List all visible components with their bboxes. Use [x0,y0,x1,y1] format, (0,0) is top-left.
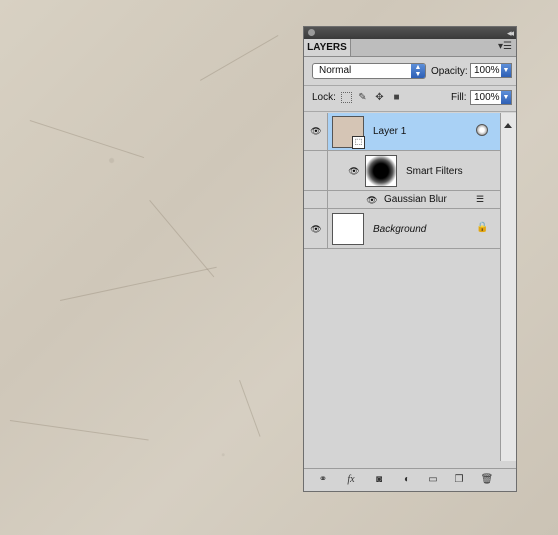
layer-name: Background [373,224,427,235]
folder-icon[interactable]: ▭ [426,474,440,486]
fill-field[interactable]: 100% ▼ [470,90,512,105]
lock-brush-icon[interactable]: ✎ [357,92,368,103]
layer-row-smart-filters[interactable]: 👁 Smart Filters [304,151,500,191]
texture-crack [239,380,261,437]
opacity-label: Opacity: [431,66,468,77]
panel-tabbar: LAYERS ▾☰ [304,39,516,57]
texture-crack [149,200,215,278]
visibility-cell [304,151,328,190]
opacity-field[interactable]: 100% ▼ [470,63,512,78]
filter-name: Gaussian Blur [384,194,447,205]
visibility-cell[interactable]: 👁 [304,113,328,150]
layer-row-gaussian-blur[interactable]: 👁 Gaussian Blur ☰ [304,191,500,209]
tab-layers[interactable]: LAYERS [304,39,351,56]
layers-list: 👁 ⬚ Layer 1 👁 Smart Filters 👁 Gaussian B… [304,113,500,461]
layer-thumbnail [332,213,364,245]
scroll-up-icon[interactable] [504,123,512,128]
blend-mode-select[interactable]: Normal ▲ ▼ [312,63,426,79]
layer-name: Layer 1 [373,126,407,137]
lock-row: Lock: ✎ ✥ ■ Fill: 100% ▼ [304,89,516,109]
fill-value: 100% [474,92,500,103]
chevron-down-icon[interactable]: ▼ [501,64,511,77]
lock-all-icon[interactable]: ■ [391,92,402,103]
lock-transparency-icon[interactable] [341,92,352,103]
layer-row-layer-1[interactable]: 👁 ⬚ Layer 1 [304,113,500,151]
trash-icon[interactable]: 🗑 [480,474,494,486]
filter-mask-thumbnail [365,155,397,187]
eye-icon[interactable]: 👁 [348,167,360,176]
lock-icon: 🔒 [476,222,489,233]
smart-filters-label: Smart Filters [406,166,463,177]
fill-label: Fill: [451,92,467,103]
layer-thumbnail: ⬚ [332,116,365,149]
divider [304,111,516,112]
chevron-down-icon[interactable]: ▼ [501,91,511,104]
new-layer-icon[interactable]: ❐ [452,474,466,486]
smart-object-icon: ⬚ [352,136,365,149]
opacity-value: 100% [474,65,500,76]
link-icon[interactable]: ⚭ [316,474,330,486]
blending-options-icon[interactable]: ☰ [476,194,484,205]
eye-icon[interactable]: 👁 [310,225,322,234]
blend-row: Normal ▲ ▼ Opacity: 100% ▼ [304,58,516,84]
layer-mask-icon[interactable]: ◙ [372,474,386,486]
chevron-updown-icon: ▲ ▼ [411,64,425,78]
eye-icon[interactable]: 👁 [366,196,378,205]
visibility-cell[interactable]: 👁 [304,209,328,248]
divider [304,85,516,86]
texture-crack [200,35,279,81]
panel-footer: ⚭ fx ◙ ◐ ▭ ❐ 🗑 [304,468,516,491]
eye-icon[interactable]: 👁 [310,127,322,136]
blend-mode-value: Normal [319,65,352,76]
texture-crack [9,420,149,441]
texture-crack [29,120,145,159]
lock-label: Lock: [312,92,336,103]
visibility-cell [304,191,328,208]
panel-menu-icon[interactable]: ▾☰ [498,42,512,52]
collapse-icon[interactable]: ◂◂ [507,27,514,39]
panel-titlebar[interactable]: ◂◂ [304,27,516,39]
layer-row-background[interactable]: 👁 Background 🔒 [304,209,500,249]
close-icon[interactable] [308,29,315,36]
texture-crack [60,266,217,301]
adjustment-layer-icon[interactable]: ◐ [400,474,414,486]
smart-filter-indicator-icon[interactable] [476,124,488,136]
layers-scrollbar[interactable] [500,113,516,461]
layers-panel: ◂◂ LAYERS ▾☰ Normal ▲ ▼ Opacity: 100% ▼ L… [303,26,517,492]
fx-icon[interactable]: fx [344,474,358,486]
lock-move-icon[interactable]: ✥ [374,92,385,103]
